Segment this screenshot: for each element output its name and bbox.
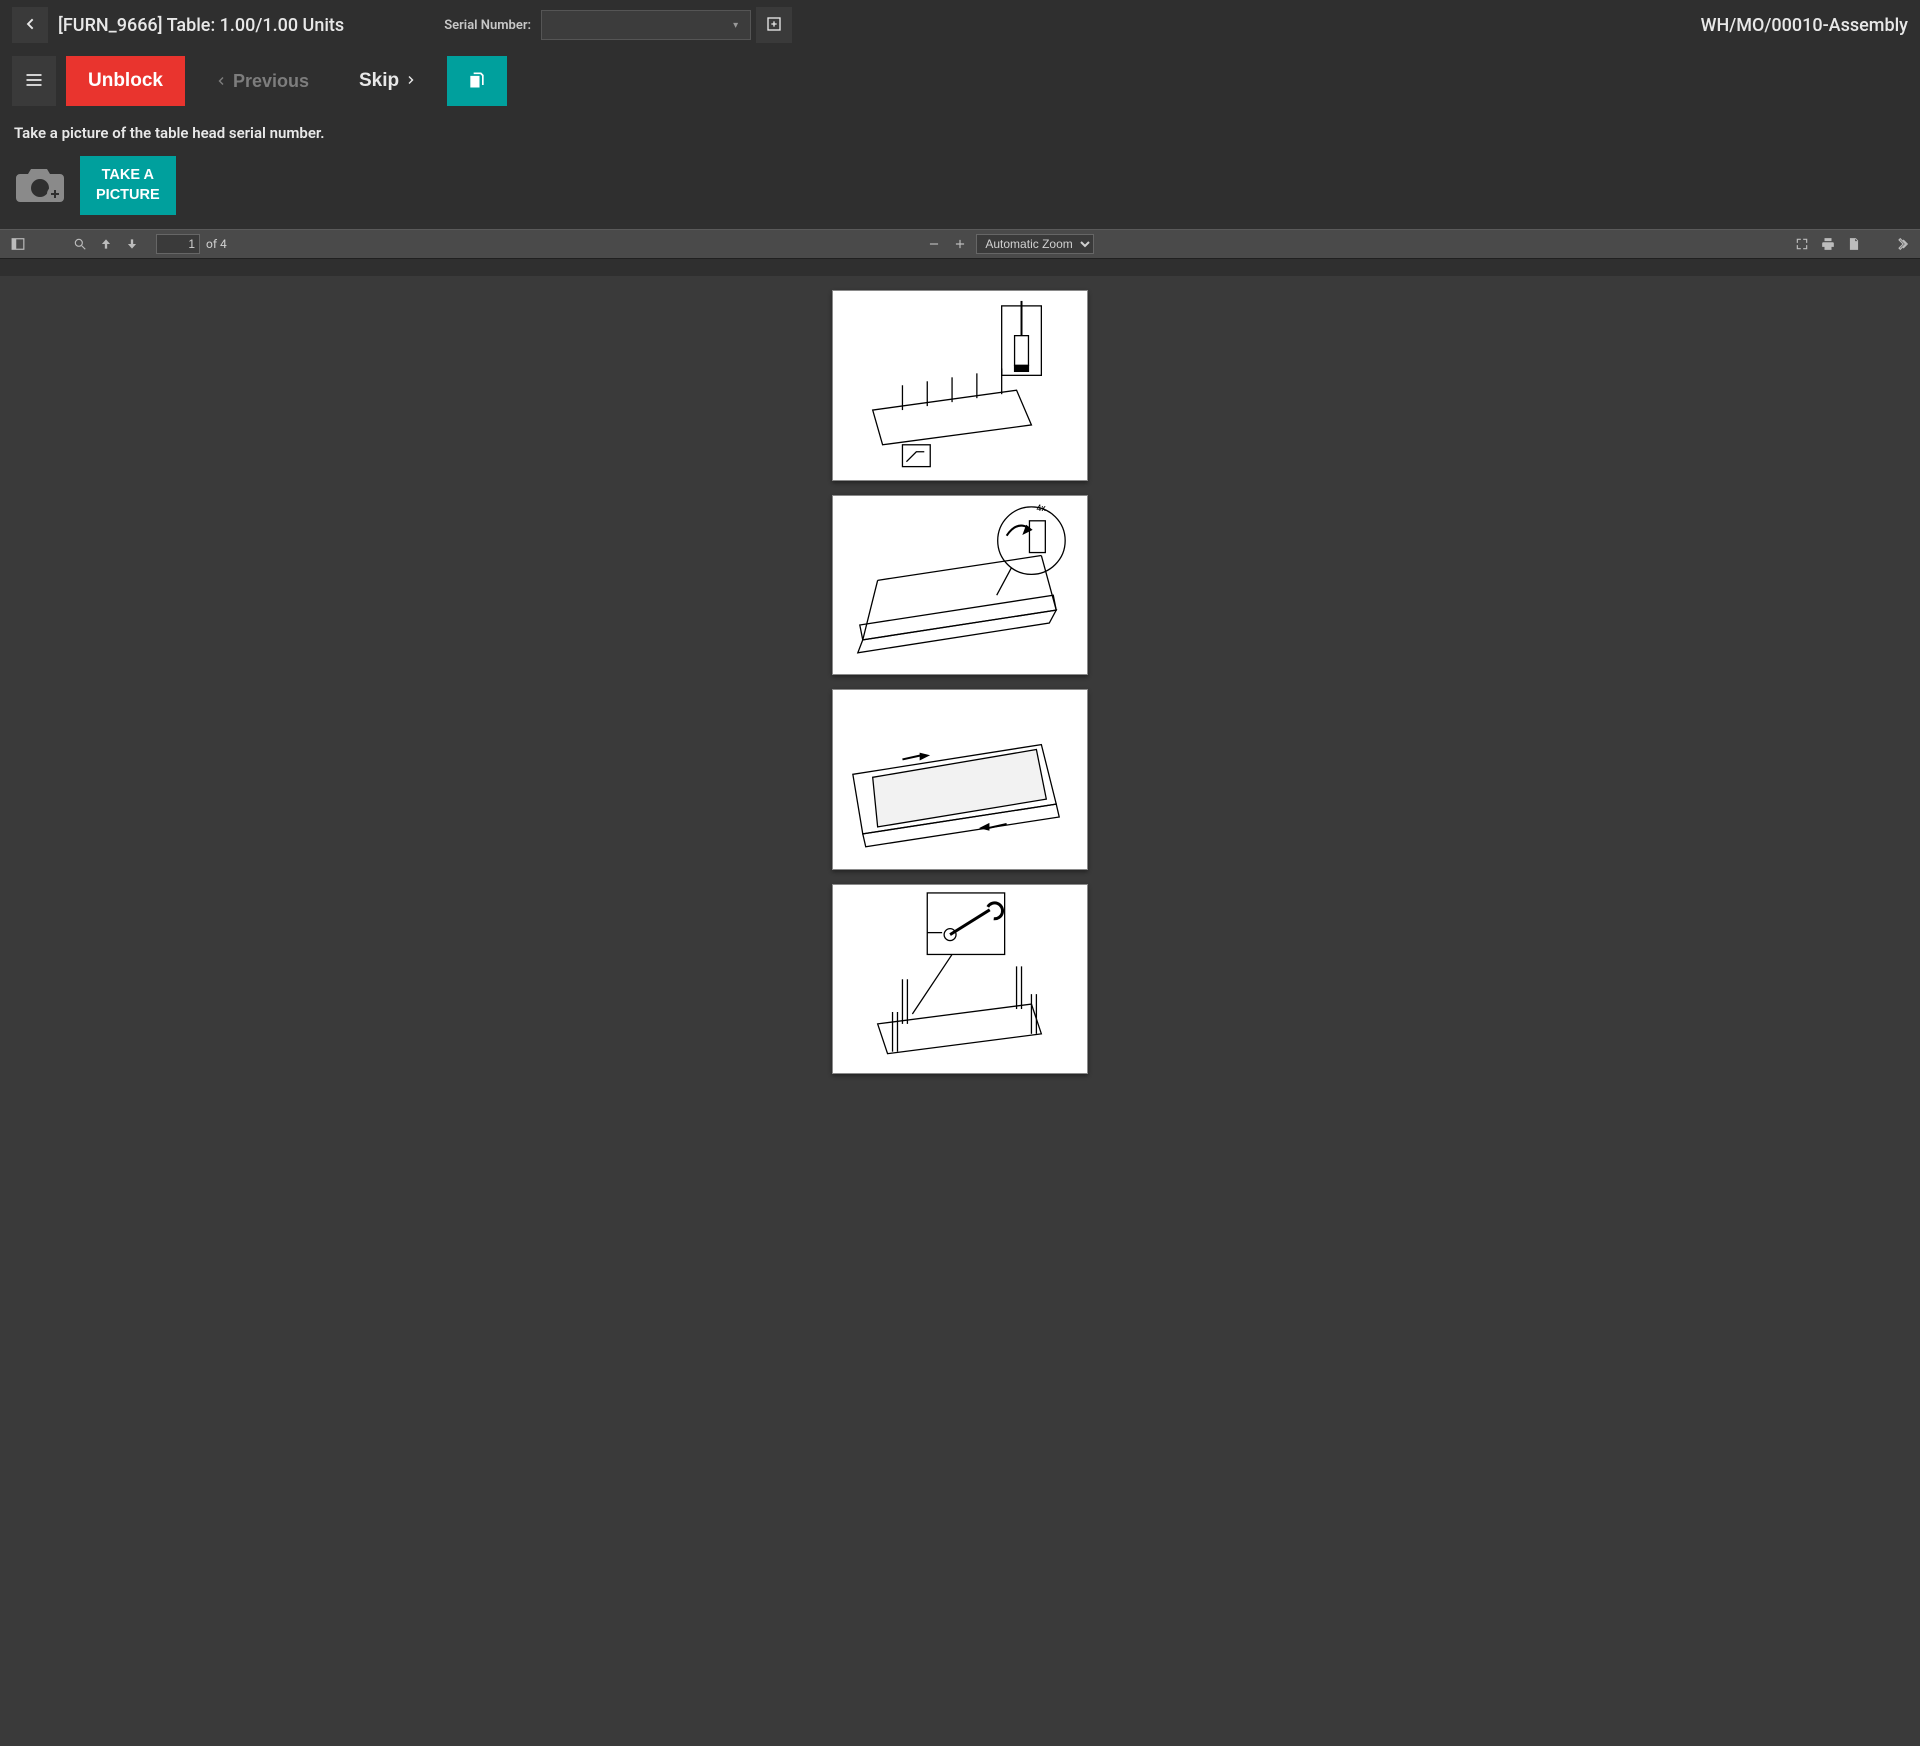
download-button[interactable] [1844,234,1864,254]
unblock-button[interactable]: Unblock [66,56,185,106]
skip-label: Skip [359,70,399,92]
add-lot-button[interactable] [756,7,792,43]
previous-label: Previous [233,71,309,92]
pdf-toolbar: of 4 Automatic Zoom [0,229,1920,259]
menu-button[interactable] [12,56,56,106]
grid-plus-icon [766,16,782,35]
serial-number-group: Serial Number: ▾ [444,7,792,43]
chevron-right-icon [405,70,417,92]
take-picture-button[interactable]: TAKE A PICTURE [80,156,176,215]
svg-text:4x: 4x [1036,503,1046,513]
page-number-input[interactable] [156,234,200,254]
zoom-in-button[interactable] [950,234,970,254]
assembly-step-2: 4x [832,495,1088,676]
hamburger-icon [24,70,44,93]
more-tools-button[interactable] [1892,234,1912,254]
serial-number-label: Serial Number: [444,18,531,33]
chevron-left-icon [215,71,227,92]
instruction-area: Take a picture of the table head serial … [0,106,1920,229]
camera-plus-icon [14,164,66,208]
print-button[interactable] [1818,234,1838,254]
pdf-view-area[interactable]: 4x [0,276,1920,1746]
serial-number-input[interactable] [541,10,751,40]
action-bar: Unblock Previous Skip [0,56,1920,106]
page-total-label: of 4 [206,237,227,251]
back-button[interactable] [12,7,48,43]
instruction-text: Take a picture of the table head serial … [14,124,1906,142]
assembly-step-4 [832,884,1088,1075]
copy-icon [467,70,487,93]
page-title: [FURN_9666] Table: 1.00/1.00 Units [58,15,344,36]
assembly-step-3 [832,689,1088,870]
arrow-left-icon [22,16,38,35]
skip-button[interactable]: Skip [339,56,437,106]
work-order-title: WH/MO/00010-Assembly [1701,15,1908,36]
sidebar-toggle-button[interactable] [8,234,28,254]
page-up-button[interactable] [96,234,116,254]
worksheet-button[interactable] [447,56,507,106]
fullscreen-button[interactable] [1792,234,1812,254]
find-button[interactable] [70,234,90,254]
zoom-out-button[interactable] [924,234,944,254]
assembly-step-1 [832,290,1088,481]
top-header: [FURN_9666] Table: 1.00/1.00 Units Seria… [0,0,1920,50]
page-down-button[interactable] [122,234,142,254]
previous-button[interactable]: Previous [195,56,329,106]
zoom-select[interactable]: Automatic Zoom [976,234,1094,254]
